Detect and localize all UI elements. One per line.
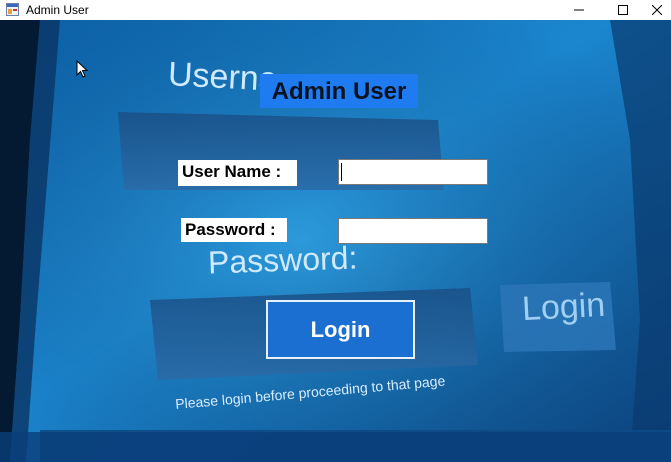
app-window: Admin User Userna Password: Login Please… — [0, 0, 671, 462]
bg-login-text: Login — [521, 285, 607, 329]
password-input[interactable] — [338, 218, 488, 244]
close-icon — [652, 5, 662, 15]
title-bar[interactable]: Admin User — [0, 0, 671, 20]
mouse-cursor-icon — [76, 60, 88, 78]
username-input[interactable] — [338, 159, 488, 185]
window-title: Admin User — [26, 3, 89, 17]
username-label: User Name : — [178, 160, 297, 186]
login-button[interactable]: Login — [266, 300, 415, 359]
minimize-icon — [574, 9, 584, 11]
close-button[interactable] — [637, 0, 671, 20]
maximize-icon — [618, 5, 628, 15]
bg-password-text: Password: — [207, 239, 358, 281]
app-icon — [6, 3, 19, 16]
text-caret — [341, 163, 342, 181]
password-label: Password : — [181, 218, 287, 242]
form-client-area: Userna Password: Login Please login befo… — [0, 20, 671, 462]
form-heading: Admin User — [260, 74, 418, 108]
minimize-button[interactable] — [559, 0, 599, 20]
